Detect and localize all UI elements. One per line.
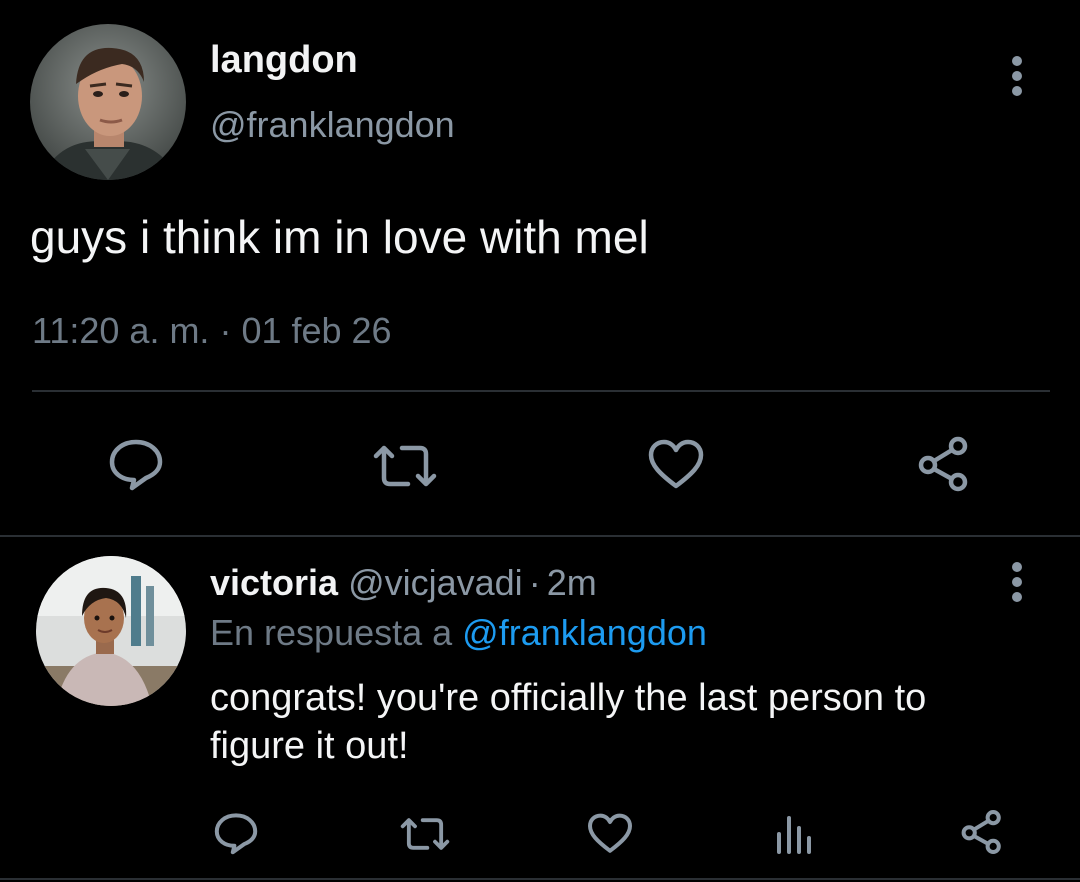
reply-prefix: En respuesta a xyxy=(210,612,453,653)
author-handle[interactable]: @franklangdon xyxy=(210,103,455,147)
retweet-icon[interactable] xyxy=(370,440,440,492)
reply-reply-icon[interactable] xyxy=(212,810,260,856)
tweet-text: guys i think im in love with mel xyxy=(30,211,649,263)
views-icon[interactable] xyxy=(774,814,814,856)
meta-separator: · xyxy=(219,310,232,351)
bottom-divider xyxy=(0,878,1080,880)
divider xyxy=(32,390,1050,392)
reply-author-handle[interactable]: @vicjavadi xyxy=(348,562,523,603)
author-name[interactable]: langdon xyxy=(210,38,358,82)
share-icon[interactable] xyxy=(914,434,974,494)
reply-retweet-icon[interactable] xyxy=(398,814,452,854)
tweet-date: 01 feb 26 xyxy=(241,310,392,351)
reply-separator: · xyxy=(528,562,541,603)
victoria-avatar[interactable] xyxy=(36,556,186,706)
tweet-time: 11:20 a. m. xyxy=(32,310,210,351)
reply-time[interactable]: 2m xyxy=(547,562,597,603)
reply-author-name[interactable]: victoria xyxy=(210,562,338,603)
reply-like-icon[interactable] xyxy=(586,812,634,856)
reply-more-options-icon[interactable] xyxy=(1002,560,1032,604)
reply-text: congrats! you're officially the last per… xyxy=(210,677,927,767)
reply-share-icon[interactable] xyxy=(958,808,1006,856)
like-icon[interactable] xyxy=(646,438,706,492)
section-divider xyxy=(0,535,1080,537)
reply-header: victoria @vicjavadi · 2m xyxy=(210,560,597,606)
reply-context: En respuesta a @franklangdon xyxy=(210,610,707,656)
langdon-avatar[interactable] xyxy=(30,24,186,180)
more-options-icon[interactable] xyxy=(1002,54,1032,98)
tweet-timestamp[interactable]: 11:20 a. m. · 01 feb 26 xyxy=(32,308,392,354)
reply-mention-link[interactable]: @franklangdon xyxy=(462,612,707,653)
reply-icon[interactable] xyxy=(106,436,166,492)
